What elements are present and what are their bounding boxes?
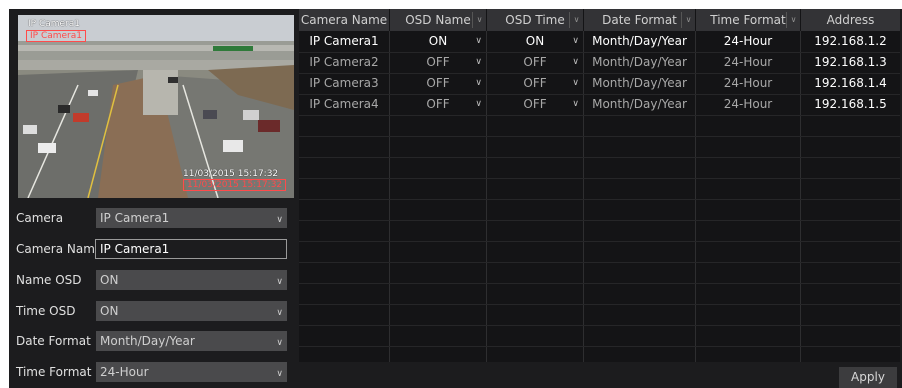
chevron-down-icon: ∨ — [475, 99, 482, 109]
row-divider — [299, 346, 900, 347]
camera-preview: IP Camera1 IP Camera1 11/03/2015 15:17:3… — [18, 15, 294, 198]
camera-label: Camera — [16, 211, 64, 225]
row-divider — [299, 199, 900, 200]
cell-osd-name-select[interactable]: OFF ∨ — [390, 73, 486, 94]
column-header-camera-name[interactable]: Camera Name — [299, 9, 389, 31]
date-format-select[interactable]: Month/Day/Year ∨ — [96, 331, 287, 351]
column-header-address[interactable]: Address — [801, 9, 900, 31]
camera-name-row: Camera Name IP Camera1 — [9, 239, 299, 261]
column-header-osd-time[interactable]: OSD Time ∨ — [487, 9, 583, 31]
column-header-time-format[interactable]: Time Format ∨ — [696, 9, 800, 31]
name-osd-select-value: ON — [100, 273, 119, 287]
row-divider — [299, 220, 900, 221]
chevron-down-icon: ∨ — [572, 36, 579, 46]
row-divider — [299, 157, 900, 158]
camera-select[interactable]: IP Camera1 ∨ — [96, 208, 287, 228]
cell-date-format[interactable]: Month/Day/Year — [584, 73, 695, 94]
cell-address: 192.168.1.5 — [814, 97, 887, 111]
chevron-down-icon: ∨ — [569, 12, 583, 28]
row-divider — [299, 178, 900, 179]
chevron-down-icon: ∨ — [475, 36, 482, 46]
chevron-down-icon: ∨ — [276, 338, 283, 348]
camera-row: Camera IP Camera1 ∨ — [9, 208, 299, 230]
cell-time-format[interactable]: 24-Hour — [696, 94, 800, 115]
chevron-down-icon: ∨ — [276, 277, 283, 287]
apply-button[interactable]: Apply — [839, 367, 897, 388]
chevron-down-icon: ∨ — [276, 215, 283, 225]
table-row[interactable]: IP Camera2 OFF ∨ OFF ∨ Month/Day/Year 24-H… — [299, 52, 900, 73]
osd-name-overlay-marker[interactable]: IP Camera1 — [26, 30, 86, 42]
row-divider — [299, 283, 900, 284]
cell-time-format[interactable]: 24-Hour — [696, 73, 800, 94]
row-divider — [299, 262, 900, 263]
camera-name-label: Camera Name — [16, 242, 103, 256]
time-osd-label: Time OSD — [16, 304, 76, 318]
date-format-select-value: Month/Day/Year — [100, 334, 195, 348]
cell-osd-time-select[interactable]: OFF ∨ — [487, 94, 583, 115]
time-format-row: Time Format 24-Hour ∨ — [9, 362, 299, 384]
cell-time-format[interactable]: 24-Hour — [696, 31, 800, 52]
cell-camera-name: IP Camera1 — [309, 34, 379, 48]
cell-osd-name-select[interactable]: OFF ∨ — [390, 94, 486, 115]
osd-settings-panel: IP Camera1 IP Camera1 11/03/2015 15:17:3… — [9, 9, 902, 388]
name-osd-label: Name OSD — [16, 273, 82, 287]
camera-select-value: IP Camera1 — [100, 211, 170, 225]
name-osd-row: Name OSD ON ∨ — [9, 270, 299, 292]
date-format-label: Date Format — [16, 334, 91, 348]
cell-osd-name-select[interactable]: ON ∨ — [390, 31, 486, 52]
cell-osd-time-select[interactable]: OFF ∨ — [487, 73, 583, 94]
cell-camera-name: IP Camera3 — [309, 76, 379, 90]
chevron-down-icon: ∨ — [572, 99, 579, 109]
row-divider — [299, 115, 900, 116]
time-osd-select-value: ON — [100, 304, 119, 318]
chevron-down-icon: ∨ — [475, 57, 482, 67]
cell-date-format[interactable]: Month/Day/Year — [584, 94, 695, 115]
cell-osd-time-select[interactable]: ON ∨ — [487, 31, 583, 52]
table-row[interactable]: IP Camera3 OFF ∨ OFF ∨ Month/Day/Year 24-H… — [299, 73, 900, 94]
row-divider — [299, 304, 900, 305]
cell-date-format[interactable]: Month/Day/Year — [584, 31, 695, 52]
cell-address: 192.168.1.3 — [814, 55, 887, 69]
name-osd-select[interactable]: ON ∨ — [96, 270, 287, 290]
table-row[interactable]: IP Camera4 OFF ∨ OFF ∨ Month/Day/Year 24-H… — [299, 94, 900, 115]
column-header-osd-name[interactable]: OSD Name ∨ — [390, 9, 486, 31]
chevron-down-icon: ∨ — [472, 12, 486, 28]
table-row[interactable]: IP Camera1 ON ∨ ON ∨ Month/Day/Year 24-Hou… — [299, 31, 900, 52]
chevron-down-icon: ∨ — [572, 78, 579, 88]
osd-time-overlay-marker[interactable]: 11/03/2015 15:17:32 — [183, 179, 287, 191]
cell-camera-name: IP Camera4 — [309, 97, 379, 111]
cell-camera-name: IP Camera2 — [309, 55, 379, 69]
cell-osd-time-select[interactable]: OFF ∨ — [487, 52, 583, 73]
column-header-date-format[interactable]: Date Format ∨ — [584, 9, 695, 31]
date-format-row: Date Format Month/Day/Year ∨ — [9, 331, 299, 353]
chevron-down-icon: ∨ — [681, 12, 695, 28]
cell-time-format[interactable]: 24-Hour — [696, 52, 800, 73]
time-osd-row: Time OSD ON ∨ — [9, 301, 299, 323]
camera-osd-table: Camera Name OSD Name ∨ OSD Time ∨ Date For… — [299, 9, 900, 362]
cell-osd-name-select[interactable]: OFF ∨ — [390, 52, 486, 73]
osd-time-overlay: 11/03/2015 15:17:32 — [183, 169, 279, 179]
row-divider — [299, 241, 900, 242]
time-format-select-value: 24-Hour — [100, 365, 149, 379]
row-divider — [299, 325, 900, 326]
chevron-down-icon: ∨ — [475, 78, 482, 88]
table-header: Camera Name OSD Name ∨ OSD Time ∨ Date For… — [299, 9, 900, 31]
camera-name-input[interactable]: IP Camera1 — [95, 239, 287, 259]
cell-date-format[interactable]: Month/Day/Year — [584, 52, 695, 73]
chevron-down-icon: ∨ — [276, 369, 283, 379]
chevron-down-icon: ∨ — [276, 308, 283, 318]
cell-address: 192.168.1.4 — [814, 76, 887, 90]
time-osd-select[interactable]: ON ∨ — [96, 301, 287, 321]
time-format-label: Time Format — [16, 365, 92, 379]
row-divider — [299, 136, 900, 137]
osd-name-overlay: IP Camera1 — [28, 19, 80, 29]
chevron-down-icon: ∨ — [572, 57, 579, 67]
time-format-select[interactable]: 24-Hour ∨ — [96, 362, 287, 382]
chevron-down-icon: ∨ — [786, 12, 800, 28]
cell-address: 192.168.1.2 — [814, 34, 887, 48]
